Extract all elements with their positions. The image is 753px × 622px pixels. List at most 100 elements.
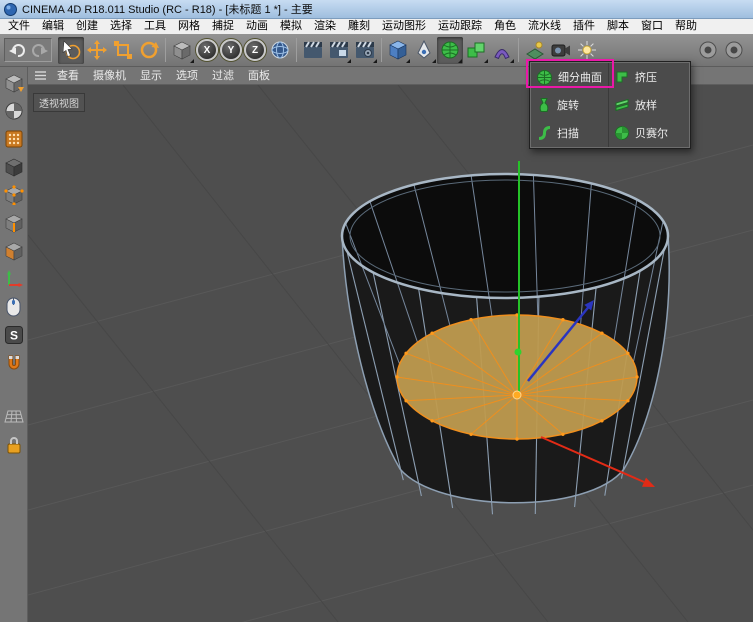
redo-button[interactable] (29, 37, 51, 64)
last-tool-cube[interactable] (169, 37, 195, 64)
live-selection-tool[interactable] (58, 37, 84, 64)
menu-item-mesh[interactable]: 网格 (172, 19, 206, 34)
menu-item-snap[interactable]: 捕捉 (206, 19, 240, 34)
menu-item-render[interactable]: 渲染 (308, 19, 342, 34)
interface-knob-icon (699, 41, 717, 59)
menu-item-edit[interactable]: 编辑 (36, 19, 70, 34)
menu-item-sculpt[interactable]: 雕刻 (342, 19, 376, 34)
snap-glyph: S (9, 329, 17, 343)
rotate-icon (139, 40, 159, 60)
lock-button[interactable] (2, 433, 26, 457)
menu-item-motion-tracker[interactable]: 运动跟踪 (432, 19, 488, 34)
modeling-button[interactable] (463, 37, 489, 64)
menu-item-window[interactable]: 窗口 (635, 19, 669, 34)
perspective-viewport[interactable]: 透视视图 (28, 85, 753, 622)
panel-grid-icon[interactable] (34, 70, 47, 81)
y-axis-dot (515, 349, 522, 356)
workplane-grid-button[interactable] (2, 405, 26, 429)
workplane-mode-button[interactable] (2, 155, 26, 179)
menu-item-loft[interactable]: 放样 (608, 91, 691, 119)
workplane-grid-icon (4, 410, 24, 424)
snap-button[interactable]: S (2, 323, 26, 347)
menu-item-lathe[interactable]: 旋转 (531, 91, 608, 119)
points-mode-button[interactable] (2, 183, 26, 207)
polygons-mode-button[interactable] (2, 239, 26, 263)
generators-dropdown-menu: 细分曲面 挤压 旋转 放样 扫描 (529, 61, 691, 149)
camera-button[interactable] (548, 37, 574, 64)
environment-button[interactable] (522, 37, 548, 64)
window-title: CINEMA 4D R18.011 Studio (RC - R18) - [未… (22, 1, 313, 17)
primitive-cube-button[interactable] (385, 37, 411, 64)
axis-mode-button[interactable] (2, 267, 26, 291)
rotate-tool[interactable] (136, 37, 162, 64)
viewport-mouse-button[interactable] (2, 295, 26, 319)
scale-tool[interactable] (110, 37, 136, 64)
vp-menu-cameras[interactable]: 摄像机 (86, 67, 133, 85)
toolbar-separator (518, 38, 519, 62)
cube-icon (172, 40, 192, 60)
model-mode-button[interactable] (2, 99, 26, 123)
origin-dot (513, 391, 521, 399)
loft-icon (614, 97, 630, 113)
menu-item-subdivision-surface[interactable]: 细分曲面 (531, 63, 608, 91)
menu-item-extrude[interactable]: 挤压 (608, 63, 691, 91)
scene-canvas[interactable] (28, 85, 753, 622)
menu-item-animate[interactable]: 动画 (240, 19, 274, 34)
spline-pen-button[interactable] (411, 37, 437, 64)
extrude-icon (614, 69, 630, 85)
make-editable-button[interactable] (2, 71, 26, 95)
deformers-button[interactable] (489, 37, 515, 64)
undo-icon (8, 43, 26, 58)
menu-item-sweep[interactable]: 扫描 (531, 119, 608, 147)
vp-menu-options[interactable]: 选项 (169, 67, 205, 85)
menu-item-pipeline[interactable]: 流水线 (522, 19, 567, 34)
menu-item-plugins[interactable]: 插件 (567, 19, 601, 34)
menu-item-bezier[interactable]: 贝赛尔 (608, 119, 691, 147)
menu-item-simulate[interactable]: 模拟 (274, 19, 308, 34)
menu-item-label: 挤压 (635, 69, 657, 85)
menu-item-character[interactable]: 角色 (488, 19, 522, 34)
coordinate-system-button[interactable] (267, 37, 293, 64)
render-picture-viewer-button[interactable] (326, 37, 352, 64)
bezier-icon (614, 125, 630, 141)
scale-icon (113, 40, 133, 60)
deformer-bend-icon (492, 40, 512, 60)
render-settings-button[interactable] (352, 37, 378, 64)
menu-item-select[interactable]: 选择 (104, 19, 138, 34)
lathe-icon (536, 97, 552, 113)
undo-button[interactable] (6, 37, 28, 64)
axis-mode-icon (4, 269, 24, 289)
make-editable-icon (4, 73, 24, 93)
x-axis-arrowhead (642, 478, 655, 487)
vp-menu-display[interactable]: 显示 (133, 67, 169, 85)
interface-knob-button[interactable] (721, 37, 747, 64)
cinema4d-window: CINEMA 4D R18.011 Studio (RC - R18) - [未… (0, 0, 753, 622)
menu-item-create[interactable]: 创建 (70, 19, 104, 34)
magnet-button[interactable] (2, 351, 26, 375)
light-button[interactable] (574, 37, 600, 64)
spline-pen-icon (415, 40, 433, 60)
menu-item-script[interactable]: 脚本 (601, 19, 635, 34)
titlebar: CINEMA 4D R18.011 Studio (RC - R18) - [未… (0, 0, 753, 19)
texture-mode-button[interactable] (2, 127, 26, 151)
y-axis-lock[interactable]: Y (220, 39, 242, 61)
viewport-mouse-icon (6, 297, 21, 317)
menu-item-help[interactable]: 帮助 (669, 19, 703, 34)
vp-menu-panel[interactable]: 面板 (241, 67, 277, 85)
menu-item-tools[interactable]: 工具 (138, 19, 172, 34)
subdivision-surface-icon (536, 69, 553, 86)
edges-mode-button[interactable] (2, 211, 26, 235)
generators-button[interactable] (437, 37, 463, 64)
interface-knob-button[interactable] (695, 37, 721, 64)
app-icon (4, 3, 17, 16)
z-axis-lock[interactable]: Z (244, 39, 266, 61)
vp-menu-view[interactable]: 查看 (50, 67, 86, 85)
camera-icon (551, 42, 571, 58)
menu-item-file[interactable]: 文件 (2, 19, 36, 34)
render-view-button[interactable] (300, 37, 326, 64)
move-tool[interactable] (84, 37, 110, 64)
subdivision-surface-icon (440, 40, 460, 60)
x-axis-lock[interactable]: X (196, 39, 218, 61)
vp-menu-filter[interactable]: 过滤 (205, 67, 241, 85)
menu-item-mograph[interactable]: 运动图形 (376, 19, 432, 34)
